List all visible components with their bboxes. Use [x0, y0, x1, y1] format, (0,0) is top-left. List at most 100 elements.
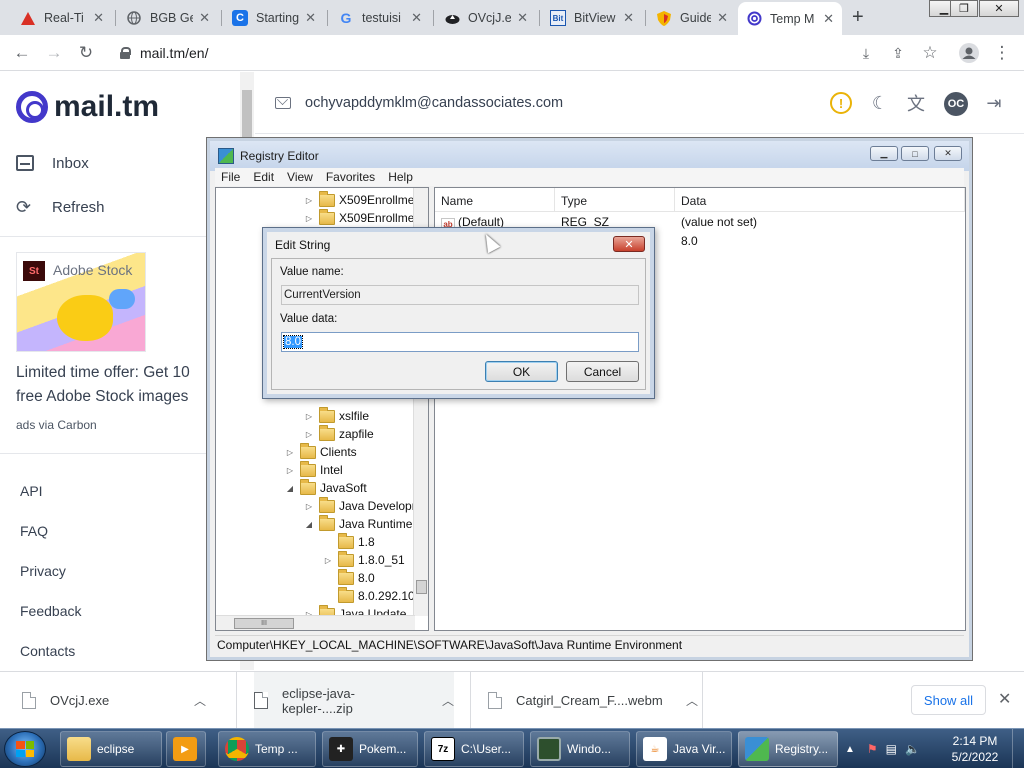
action-center-icon[interactable]: ⚑: [867, 742, 878, 756]
sidebar-item-inbox[interactable]: Inbox: [16, 154, 89, 172]
expand-arrow-icon[interactable]: ▷: [303, 430, 315, 439]
tab-guided[interactable]: Guidec ✕: [648, 3, 736, 33]
ad-via-link[interactable]: ads via Carbon: [16, 418, 97, 432]
tree-node[interactable]: ▷ Clients: [284, 442, 357, 461]
tree-node[interactable]: ◢ JavaSoft: [284, 478, 367, 497]
chevron-up-icon[interactable]: ︿: [686, 692, 698, 709]
tab-bgb[interactable]: BGB Ge ✕: [118, 3, 218, 33]
taskbar-item-eclipse[interactable]: eclipse: [60, 731, 162, 767]
expand-arrow-icon[interactable]: ▷: [322, 556, 334, 565]
column-header-type[interactable]: Type: [555, 188, 675, 212]
regedit-minimize-button[interactable]: ▁: [870, 146, 898, 161]
install-app-button[interactable]: ⤓: [854, 41, 878, 65]
taskbar-item-windows[interactable]: Windo...: [530, 731, 630, 767]
menu-file[interactable]: File: [215, 168, 247, 186]
column-header-name[interactable]: Name: [435, 188, 555, 212]
taskbar-item-registry[interactable]: Registry...: [738, 731, 838, 767]
close-icon[interactable]: ✕: [998, 689, 1011, 709]
chevron-up-icon[interactable]: ︿: [442, 692, 454, 709]
footer-link-faq[interactable]: FAQ: [20, 523, 48, 539]
show-all-button[interactable]: Show all: [911, 685, 986, 715]
menu-view[interactable]: View: [281, 168, 320, 186]
menu-edit[interactable]: Edit: [247, 168, 281, 186]
close-icon[interactable]: ✕: [305, 10, 316, 26]
tab-ovcjj[interactable]: OVcjJ.e ✕: [436, 3, 536, 33]
tree-node[interactable]: ▷ X509Enrollmer: [303, 208, 418, 227]
sidebar-item-refresh[interactable]: ⟳ Refresh: [16, 197, 105, 217]
logo[interactable]: mail.tm: [16, 90, 159, 124]
collapse-arrow-icon[interactable]: ◢: [303, 520, 315, 529]
start-button[interactable]: [4, 731, 46, 767]
tab-testui[interactable]: G testuisi ✕: [330, 3, 430, 33]
tree-node[interactable]: ▷ X509Enrollmer: [303, 190, 418, 209]
taskbar-item-java[interactable]: ☕ Java Vir...: [636, 731, 732, 767]
tab-temp-mail[interactable]: Temp M ✕: [738, 2, 842, 35]
tree-node[interactable]: 8.0.292.10: [322, 586, 415, 605]
tab-bitview[interactable]: Bit BitView ✕: [542, 3, 642, 33]
menu-favorites[interactable]: Favorites: [320, 168, 382, 186]
download-item-eclipse[interactable]: eclipse-java-kepler-....zip ︿: [254, 672, 455, 729]
close-icon[interactable]: ✕: [199, 10, 210, 26]
tree-node[interactable]: ▷ zapfile: [303, 424, 374, 443]
download-item-webm[interactable]: Catgirl_Cream_F....webm ︿: [488, 672, 698, 729]
regedit-maximize-button[interactable]: □: [901, 146, 929, 161]
menu-help[interactable]: Help: [382, 168, 420, 186]
footer-link-api[interactable]: API: [20, 483, 43, 499]
moon-icon[interactable]: ☾: [869, 92, 891, 114]
share-button[interactable]: ⇪: [886, 41, 910, 65]
new-tab-button[interactable]: +: [852, 6, 864, 29]
tab-starting[interactable]: C Starting ✕: [224, 3, 324, 33]
tree-node[interactable]: ▷ Java Developm: [303, 496, 422, 515]
column-header-data[interactable]: Data: [675, 188, 965, 212]
ad-image[interactable]: St Adobe Stock: [16, 252, 146, 352]
email-address[interactable]: ochyvapddymklm@candassociates.com: [305, 95, 563, 111]
window-close-button[interactable]: ✕: [979, 0, 1019, 17]
tree-node[interactable]: ▷ Intel: [284, 460, 343, 479]
tree-node[interactable]: ◢ Java Runtime E: [303, 514, 424, 533]
logout-icon[interactable]: ⇥: [983, 92, 1005, 114]
tab-real-time[interactable]: Real-Ti ✕: [12, 3, 112, 33]
expand-arrow-icon[interactable]: ▷: [303, 196, 315, 205]
close-icon[interactable]: ✕: [517, 10, 528, 26]
tree-node[interactable]: 1.8: [322, 532, 375, 551]
forward-button[interactable]: →: [42, 41, 66, 65]
back-button[interactable]: ←: [10, 41, 34, 65]
chevron-up-icon[interactable]: ︿: [194, 692, 206, 709]
tree-horizontal-scrollbar[interactable]: III: [216, 615, 415, 630]
close-icon[interactable]: ✕: [411, 10, 422, 26]
value-data-input[interactable]: 8.0: [281, 332, 639, 352]
registry-editor-titlebar[interactable]: Registry Editor: [210, 141, 969, 171]
tree-node[interactable]: ▷ 1.8.0_51: [322, 550, 405, 569]
bookmark-button[interactable]: ☆: [918, 41, 942, 65]
footer-link-contacts[interactable]: Contacts: [20, 643, 75, 659]
expand-arrow-icon[interactable]: ▷: [303, 214, 315, 223]
download-item-ovcjj[interactable]: OVcjJ.exe ︿: [22, 672, 206, 729]
volume-icon[interactable]: 🔈: [905, 742, 920, 756]
regedit-close-button[interactable]: ✕: [934, 146, 962, 161]
collapse-arrow-icon[interactable]: ◢: [284, 484, 296, 493]
tree-node[interactable]: ▷ xslfile: [303, 406, 369, 425]
close-icon[interactable]: ✕: [93, 10, 104, 26]
network-icon[interactable]: ▤: [886, 742, 897, 756]
tree-node[interactable]: 8.0: [322, 568, 375, 587]
expand-arrow-icon[interactable]: ▷: [303, 412, 315, 421]
restore-button[interactable]: ❐: [950, 0, 978, 17]
expand-arrow-icon[interactable]: ▷: [284, 448, 296, 457]
warning-icon[interactable]: !: [830, 92, 852, 114]
cancel-button[interactable]: Cancel: [566, 361, 639, 382]
translate-icon[interactable]: 文: [905, 92, 927, 114]
system-clock[interactable]: 2:14 PM 5/2/2022: [944, 733, 1006, 765]
expand-arrow-icon[interactable]: ▷: [284, 466, 296, 475]
profile-button[interactable]: [957, 41, 981, 65]
taskbar-item-chrome[interactable]: Temp ...: [218, 731, 316, 767]
avatar[interactable]: OC: [944, 92, 968, 116]
taskbar-item-pokemon[interactable]: ✚ Pokem...: [322, 731, 418, 767]
ad-text[interactable]: Limited time offer: Get 10 free Adobe St…: [16, 361, 236, 409]
dialog-close-button[interactable]: ✕: [613, 236, 645, 252]
footer-link-privacy[interactable]: Privacy: [20, 563, 66, 579]
expand-arrow-icon[interactable]: ▷: [303, 502, 315, 511]
footer-link-feedback[interactable]: Feedback: [20, 603, 81, 619]
taskbar-item-7zip[interactable]: 7z C:\User...: [424, 731, 524, 767]
tray-expand-icon[interactable]: ▲: [845, 744, 855, 755]
reload-button[interactable]: ↻: [74, 41, 98, 65]
